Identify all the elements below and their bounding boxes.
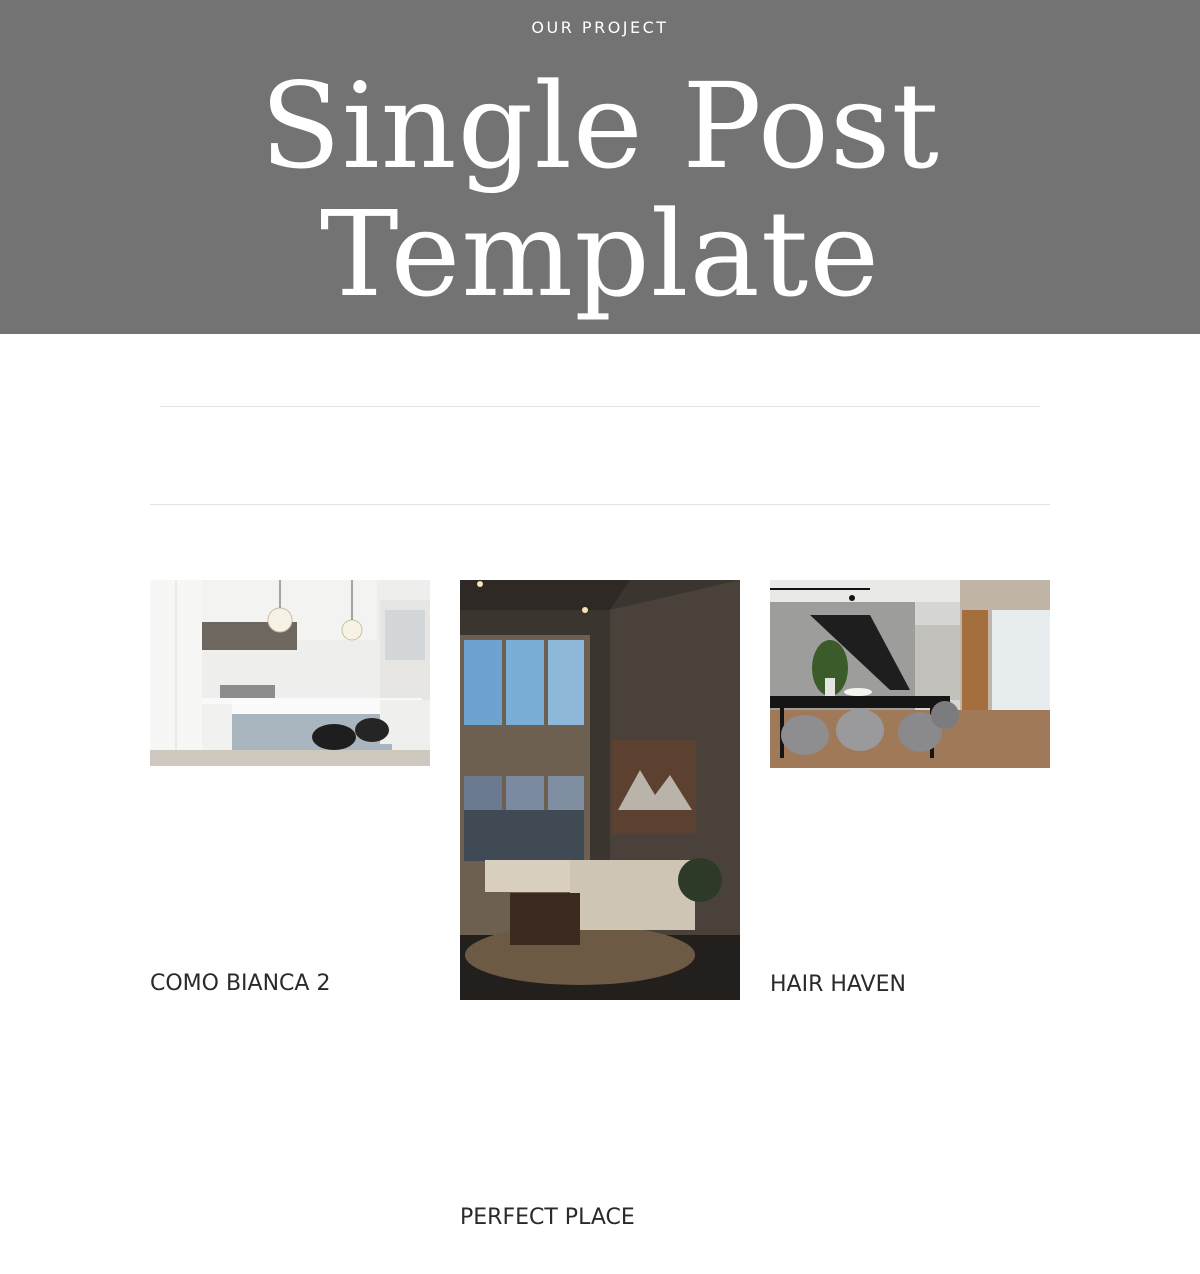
project-title-perfect-place[interactable]: PERFECT PLACE: [460, 1205, 635, 1230]
project-image-como-bianca[interactable]: [150, 580, 430, 766]
project-image-perfect-place[interactable]: [460, 580, 740, 1000]
hero-eyebrow: OUR PROJECT: [531, 18, 669, 37]
kitchen-photo: [150, 580, 430, 766]
page-title: Single Post Template: [0, 62, 1200, 318]
living-room-photo: [460, 580, 740, 1000]
project-title-como-bianca[interactable]: COMO BIANCA 2: [150, 971, 330, 996]
project-title-hair-haven[interactable]: HAIR HAVEN: [770, 972, 906, 997]
page-title-line-2: Template: [319, 185, 881, 323]
hero-banner: OUR PROJECT Single Post Template: [0, 0, 1200, 334]
divider-top: [160, 406, 1040, 407]
page-title-line-1: Single Post: [260, 57, 940, 195]
dining-room-photo: [770, 580, 1050, 768]
project-image-hair-haven[interactable]: [770, 580, 1050, 768]
divider-bottom: [150, 504, 1050, 505]
